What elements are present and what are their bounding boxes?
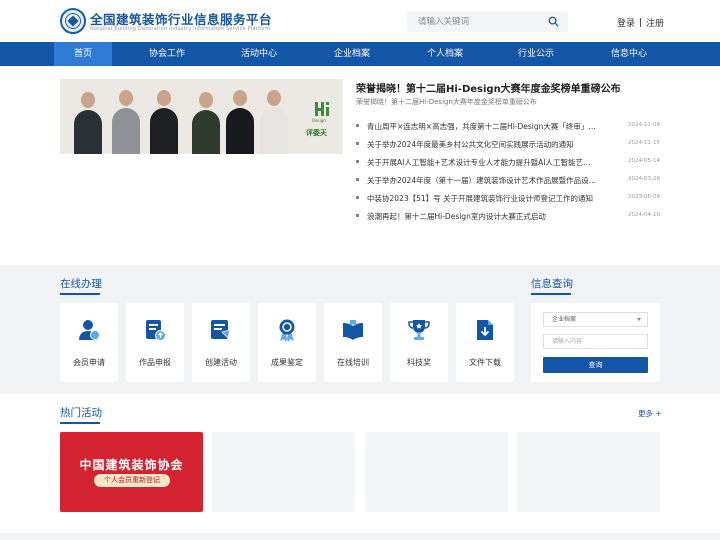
judge-photo: [226, 90, 254, 154]
login-link[interactable]: 登录: [617, 19, 635, 29]
query-input[interactable]: [543, 334, 648, 349]
news-item-title[interactable]: 浪潮再起！第十二届Hi-Design室内设计大赛正式启动: [367, 211, 597, 222]
card-label: 创建活动: [205, 358, 237, 367]
nav-industry-notice[interactable]: 行业公示: [507, 42, 565, 66]
auth-divider: [640, 18, 642, 27]
nav-enterprise-archive[interactable]: 企业档案: [323, 42, 381, 66]
hi-design-logo-sub: Design: [312, 118, 326, 123]
promo-title: 中国建筑装饰协会: [79, 458, 184, 472]
more-link[interactable]: 更多 +: [638, 408, 662, 419]
card-label: 作品申报: [139, 358, 171, 367]
info-query-title: 信息查询: [531, 278, 573, 290]
news-subline: 荣誉揭晓！第十二届Hi-Design大赛年度金奖榜单重磅公布: [356, 98, 537, 106]
award-ribbon-icon: [279, 319, 295, 342]
judge-photo: [150, 90, 178, 154]
search-input[interactable]: [407, 11, 545, 32]
activity-card-promo[interactable]: 中国建筑装饰协会 个人会员重新登记: [60, 432, 203, 512]
news-item[interactable]: 关于举办2024年度（第十一届）建筑装饰设计艺术作品展暨作品设计大赛的通知 202…: [356, 175, 660, 193]
card-work-submit[interactable]: 作品申报: [126, 303, 184, 382]
card-label: 成果鉴定: [271, 358, 303, 367]
news-item-date: 2024-03-28: [628, 176, 660, 182]
bullet-icon: [356, 214, 359, 217]
news-item[interactable]: 关于开展AI人工智能+艺术设计专业人才能力提升暨AI人工智能艺术设计师培训的通知…: [356, 157, 660, 175]
section-underline: [531, 293, 571, 295]
bullet-icon: [356, 160, 359, 163]
banner-caption: 评委天: [306, 129, 327, 137]
news-item-date: 2024-04-10: [628, 212, 660, 218]
trophy-icon: [408, 320, 430, 340]
chevron-down-icon: [637, 318, 641, 321]
nav-activity-center[interactable]: 活动中心: [230, 42, 288, 66]
card-label: 在线培训: [337, 358, 369, 367]
site-header: 全国建筑装饰行业信息服务平台 National Building Decorat…: [0, 0, 720, 42]
auth-links: 登录 注册: [617, 16, 664, 29]
hi-design-logo-icon: [315, 102, 329, 116]
news-item-date: 2023-06-08: [628, 194, 660, 200]
create-activity-icon: [211, 320, 231, 339]
section-underline: [60, 293, 100, 295]
footer-strip: [0, 533, 720, 540]
download-file-icon: [477, 320, 493, 340]
main-nav: 首页 协会工作 活动中心 企业档案 个人档案 行业公示 信息中心: [0, 42, 720, 66]
activity-card[interactable]: [365, 432, 508, 512]
news-list: 青山周平×连志明×高志强，共度第十二届Hi-Design大赛「终审」时刻 2024…: [356, 121, 660, 229]
card-label: 文件下载: [469, 358, 501, 367]
card-label: 科技奖: [407, 358, 431, 367]
bullet-icon: [356, 124, 359, 127]
nav-info-center[interactable]: 信息中心: [600, 42, 658, 66]
site-subtitle: National Building Decoration Industry In…: [90, 26, 271, 32]
nav-personal-archive[interactable]: 个人档案: [416, 42, 474, 66]
card-label: 会员申请: [73, 358, 105, 367]
upload-document-icon: [146, 320, 166, 341]
card-online-training[interactable]: 在线培训: [324, 303, 382, 382]
news-item[interactable]: 中装协2023【51】号 关于开展建筑装饰行业设计师登记工作的通知 2023-06…: [356, 193, 660, 211]
online-service-title: 在线办理: [60, 278, 102, 290]
archive-type-select[interactable]: 企业档案: [543, 312, 648, 327]
bullet-icon: [356, 142, 359, 145]
card-create-activity[interactable]: 创建活动: [192, 303, 250, 382]
featured-banner[interactable]: Design 评委天: [60, 79, 343, 154]
judge-photo: [74, 92, 102, 154]
nav-home[interactable]: 首页: [54, 42, 112, 66]
activity-card[interactable]: [212, 432, 355, 512]
select-value: 企业档案: [552, 316, 577, 323]
card-result-appraisal[interactable]: 成果鉴定: [258, 303, 316, 382]
news-item-title[interactable]: 关于举办2024年度（第十一届）建筑装饰设计艺术作品展暨作品设计大赛的通知: [367, 175, 597, 186]
bullet-icon: [356, 196, 359, 199]
news-item-title[interactable]: 关于举办2024年度最美乡村公共文化空间实践展示活动的通知: [367, 139, 597, 150]
judge-photo: [260, 90, 288, 154]
card-member-apply[interactable]: 会员申请: [60, 303, 118, 382]
query-button[interactable]: 查询: [543, 357, 648, 373]
judge-photo: [192, 92, 220, 154]
news-item[interactable]: 关于举办2024年度最美乡村公共文化空间实践展示活动的通知 2024-11-15: [356, 139, 660, 157]
card-file-download[interactable]: 文件下载: [456, 303, 514, 382]
news-item[interactable]: 青山周平×连志明×高志强，共度第十二届Hi-Design大赛「终审」时刻 2024…: [356, 121, 660, 139]
news-item-date: 2024-05-14: [628, 158, 660, 164]
news-headline[interactable]: 荣誉揭晓！第十二届Hi-Design大赛年度金奖榜单重磅公布: [356, 80, 621, 95]
judge-photo: [112, 90, 140, 154]
association-logo-icon[interactable]: [60, 8, 86, 34]
member-icon: [79, 320, 100, 340]
bullet-icon: [356, 178, 359, 181]
news-item-date: 2024-11-08: [628, 122, 660, 128]
section-underline: [60, 422, 100, 424]
news-item-title[interactable]: 关于开展AI人工智能+艺术设计专业人才能力提升暨AI人工智能艺术设计师培训的通知: [367, 157, 597, 168]
nav-association-work[interactable]: 协会工作: [138, 42, 196, 66]
news-item-date: 2024-11-15: [628, 140, 660, 146]
search-icon[interactable]: [548, 16, 559, 27]
open-book-icon: [343, 320, 363, 340]
activity-card[interactable]: [517, 432, 660, 512]
news-item-title[interactable]: 青山周平×连志明×高志强，共度第十二届Hi-Design大赛「终审」时刻: [367, 121, 597, 132]
promo-tag: 个人会员重新登记: [94, 474, 170, 487]
register-link[interactable]: 注册: [646, 19, 664, 29]
card-tech-award[interactable]: 科技奖: [390, 303, 448, 382]
news-item[interactable]: 浪潮再起！第十二届Hi-Design室内设计大赛正式启动 2024-04-10: [356, 211, 660, 229]
info-query-panel: 企业档案 查询: [531, 303, 660, 382]
hot-activities-title: 热门活动: [60, 407, 102, 419]
search-box: [407, 11, 568, 32]
news-item-title[interactable]: 中装协2023【51】号 关于开展建筑装饰行业设计师登记工作的通知: [367, 193, 597, 204]
